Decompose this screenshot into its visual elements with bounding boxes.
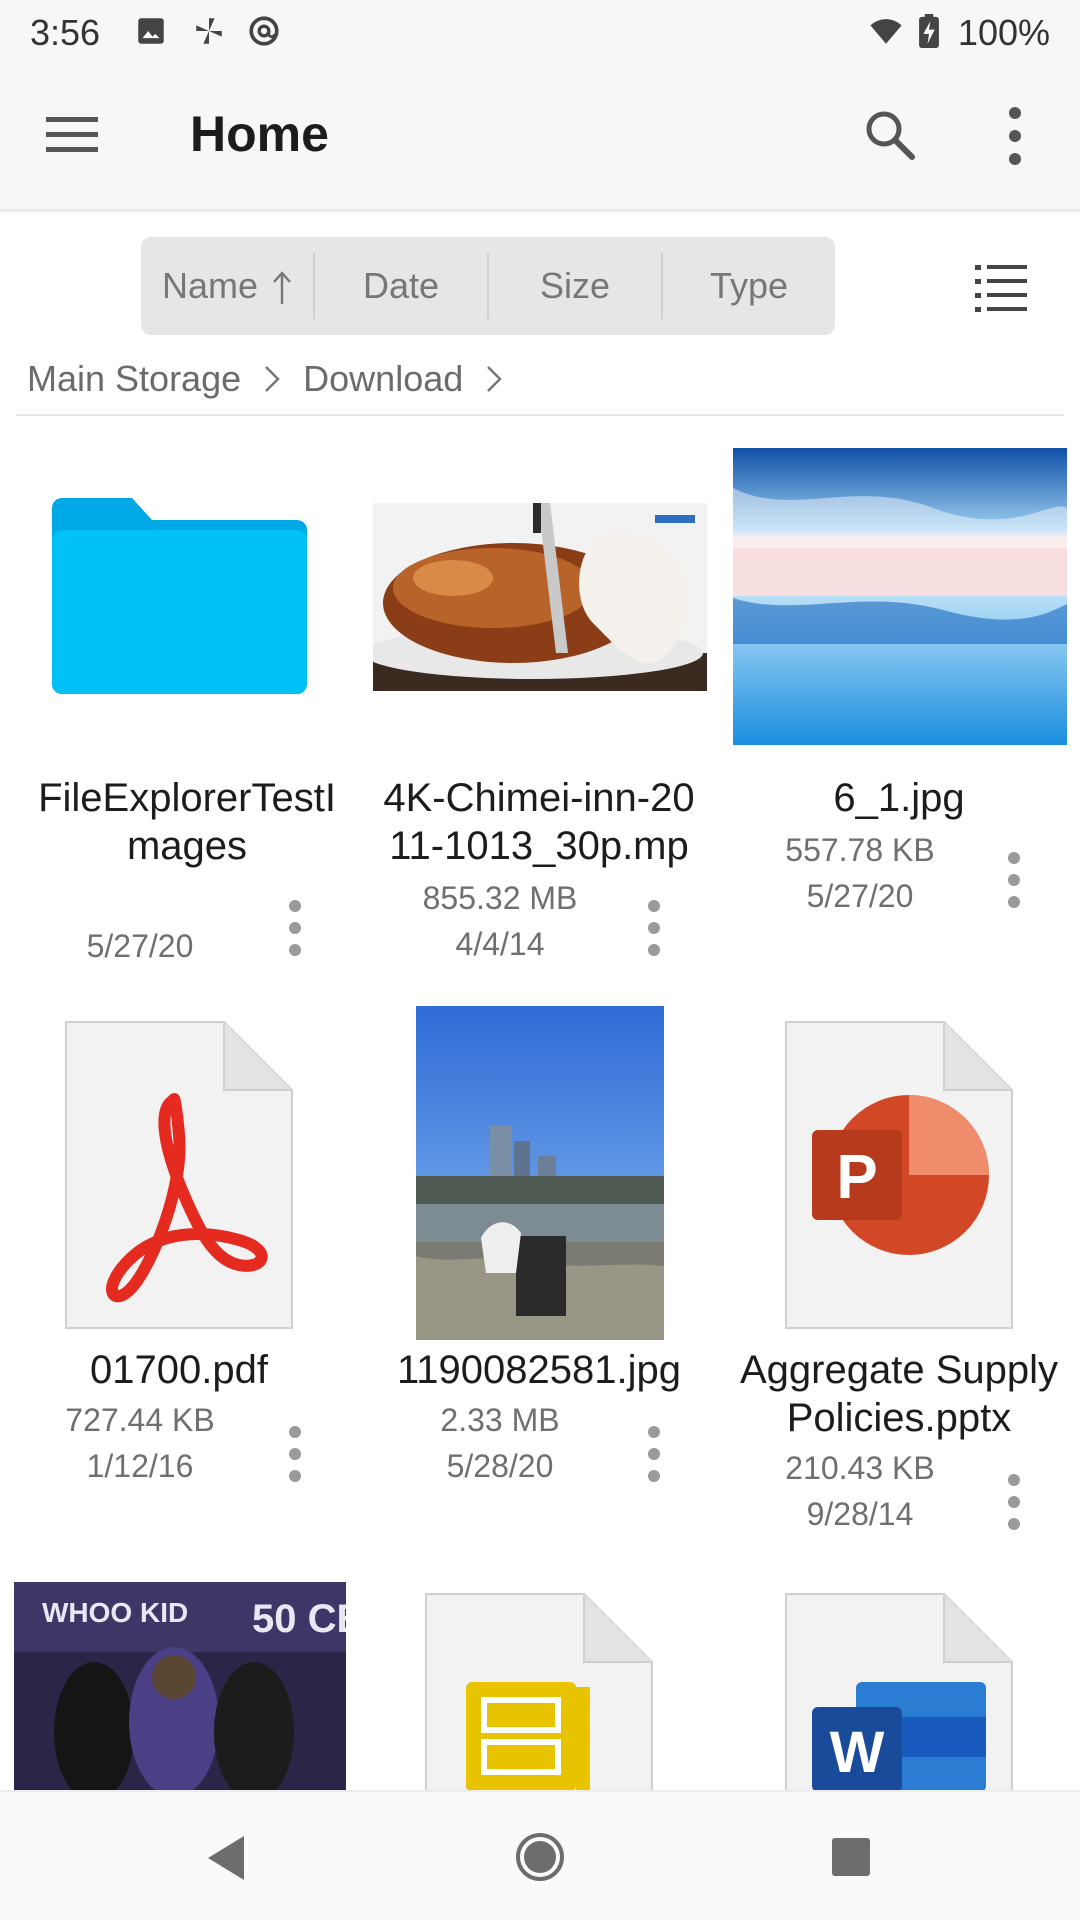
image-thumbnail [733,448,1067,745]
battery-percent: 100% [957,12,1050,53]
file-tile[interactable]: 6_1.jpg 557.78 KB 5/27/20 [720,448,1078,968]
file-size: 855.32 MB [422,880,578,916]
breadcrumb-main-storage[interactable]: Main Storage [27,354,241,404]
file-date: 5/27/20 [86,928,194,964]
file-tile[interactable]: W [720,1582,1078,1790]
file-date: 4/4/14 [455,926,545,962]
sort-type-button[interactable]: Type [663,237,835,335]
app-bar: Home [0,63,1080,211]
file-name-line: mages [126,824,248,868]
image-thumbnail: WHOO KID 50 CENT [14,1582,346,1790]
list-view-icon[interactable] [975,262,1027,314]
file-name: 6_1.jpg [833,776,965,820]
file-name-line: 11-1013_30p.mp [389,824,689,868]
more-vert-icon[interactable] [646,1426,662,1482]
image-thumbnail [416,1006,664,1340]
file-size: 557.78 KB [785,832,935,868]
file-name: FileExplorerTestI mages [8,774,366,870]
video-thumbnail [373,503,707,691]
image-icon [138,18,164,44]
album-text-right: 50 CENT [252,1597,346,1641]
file-size: 727.44 KB [65,1402,215,1438]
file-name: Aggregate Supply Policies.pptx [720,1346,1078,1442]
home-icon[interactable] [515,1832,565,1882]
pptx-letter: P [836,1143,877,1212]
file-size: 210.43 KB [785,1450,935,1486]
file-name-line: Aggregate Supply [739,1348,1058,1392]
file-tile[interactable]: WHOO KID 50 CENT [14,1582,372,1790]
breadcrumb-download[interactable]: Download [303,354,463,404]
file-date: 5/27/20 [806,878,914,914]
chevron-right-icon [265,366,280,393]
pinwheel-icon [196,18,222,44]
file-tile[interactable]: FileExplorerTestI mages 5/27/20 [0,448,358,968]
file-size: 2.33 MB [440,1402,560,1438]
file-date: 1/12/16 [86,1448,194,1484]
file-tile[interactable]: P Aggregate Supply Policies.pptx 210.43 … [720,1010,1078,1550]
sort-size-button[interactable]: Size [489,237,661,335]
file-name: 01700.pdf [90,1348,268,1392]
more-vert-icon[interactable] [1006,852,1022,908]
sort-bar: Name Date Size Type [141,237,835,335]
arrow-up-icon [273,271,291,305]
file-name: 1190082581.jpg [397,1348,681,1392]
menu-icon[interactable] [46,115,98,155]
file-name: 4K-Chimei-inn-20 11-1013_30p.mp [360,774,718,870]
file-name-line: FileExplorerTestI [38,776,336,820]
album-text-left: WHOO KID [42,1597,188,1628]
archive-file-icon [425,1593,653,1790]
file-date: 9/28/14 [806,1496,914,1532]
sort-name-label: Name [161,265,258,306]
battery-charging-icon [919,14,939,48]
pdf-file-icon [65,1021,293,1329]
file-tile[interactable] [360,1582,718,1790]
breadcrumb: Main Storage Download [27,352,515,402]
recents-icon[interactable] [830,1836,872,1878]
file-date: 5/28/20 [446,1448,554,1484]
system-nav-bar [0,1790,1080,1920]
sort-name-button[interactable]: Name [141,237,313,335]
page-title: Home [190,106,329,162]
more-vert-icon[interactable] [287,1426,303,1482]
pptx-file-icon: P [785,1021,1013,1329]
divider [16,414,1064,416]
status-time: 3:56 [30,12,101,53]
file-tile[interactable]: 1190082581.jpg 2.33 MB 5/28/20 [360,1006,718,1550]
back-icon[interactable] [204,1834,248,1882]
docx-file-icon: W [785,1593,1013,1790]
folder-icon [52,498,307,694]
status-bar: 3:56 100% [0,0,1080,63]
vpn-at-icon [249,16,279,46]
sort-date-button[interactable]: Date [315,237,487,335]
file-name-line: 4K-Chimei-inn-20 [383,776,695,820]
file-tile[interactable]: 4K-Chimei-inn-20 11-1013_30p.mp 855.32 M… [360,448,718,968]
file-name-line: Policies.pptx [786,1396,1012,1440]
docx-letter: W [830,1720,885,1785]
more-vert-icon[interactable] [1006,1474,1022,1530]
chevron-right-icon [487,366,503,393]
more-vert-icon[interactable] [287,900,303,956]
wifi-icon [870,19,902,44]
more-vert-icon[interactable] [646,900,662,956]
more-vert-icon[interactable] [1000,105,1030,167]
file-tile[interactable]: 01700.pdf 727.44 KB 1/12/16 [0,1010,358,1550]
search-icon[interactable] [862,107,918,163]
